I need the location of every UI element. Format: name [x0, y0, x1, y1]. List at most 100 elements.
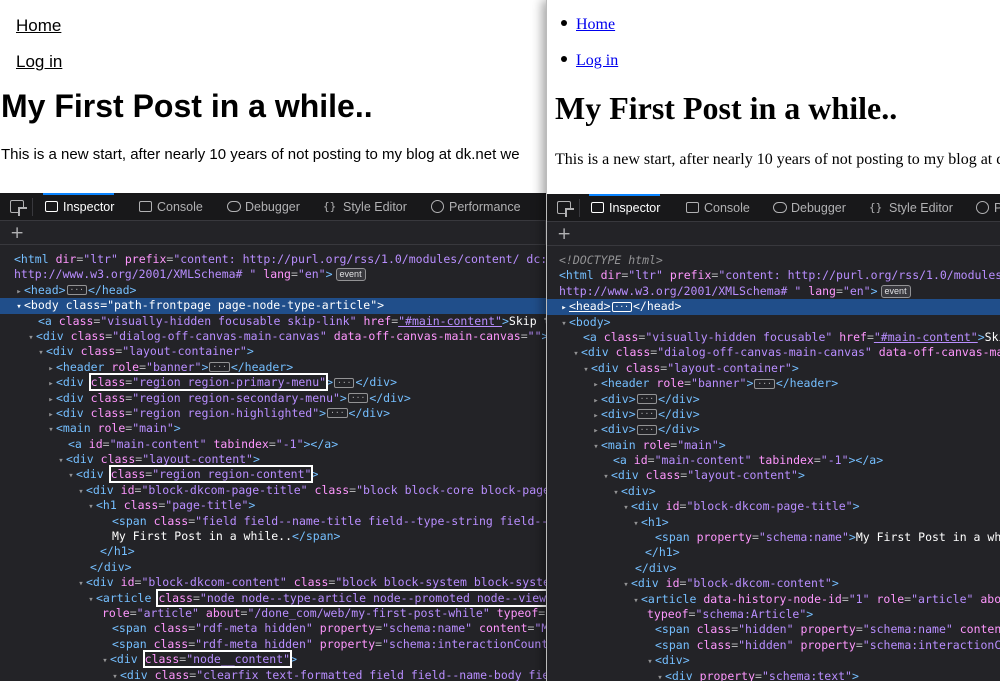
- markup-node-meta-count[interactable]: <span class="hidden" property="schema:in…: [547, 638, 1000, 653]
- markup-node-region-content[interactable]: ▾ <div class="region region-content">: [0, 465, 546, 484]
- devtools-tabbar: Inspector Console Debugger {} Style Edito…: [547, 194, 1000, 222]
- markup-node-skip-link[interactable]: <a class="visually-hidden focusable skip…: [0, 314, 546, 329]
- markup-node-highlighted[interactable]: ▸ <div class="region region-highlighted">…: [0, 406, 546, 421]
- tab-debugger[interactable]: Debugger: [771, 194, 846, 221]
- devtools-panel: Inspector Console Debugger {} Style Edito…: [0, 193, 546, 681]
- markup-node-main[interactable]: ▾ <main role="main">: [547, 438, 1000, 453]
- post-body-text: This is a new start, after nearly 10 yea…: [555, 151, 1000, 168]
- performance-icon: [431, 200, 444, 213]
- markup-node-primary-menu[interactable]: ▸ <div class="region region-primary-menu"…: [0, 373, 546, 392]
- debugger-icon: [773, 202, 787, 213]
- nav-home-link[interactable]: Home: [576, 16, 615, 33]
- tab-label: Debugger: [245, 200, 300, 214]
- tab-console[interactable]: Console: [137, 193, 203, 220]
- markup-node-body-field[interactable]: ▾ <div class="clearfix text-formatted fie…: [0, 668, 546, 681]
- markup-node-canvas-div[interactable]: ▾ <div class="dialog-off-canvas-main-canv…: [0, 329, 546, 344]
- markup-tree: <!DOCTYPE html> <html dir="ltr" prefix="…: [547, 246, 1000, 681]
- markup-node-layout-container[interactable]: ▾ <div class="layout-container">: [0, 344, 546, 359]
- markup-node-page-title-block[interactable]: ▾ <div id="block-dkcom-page-title">: [547, 499, 1000, 514]
- tab-label: Console: [157, 200, 203, 214]
- markup-node-meta-name[interactable]: <span class="hidden" property="schema:na…: [547, 622, 1000, 637]
- markup-node-html[interactable]: <html dir="ltr" prefix="content: http://…: [0, 252, 546, 267]
- devtools-panel: Inspector Console Debugger {} Style Edito…: [547, 194, 1000, 681]
- post-body-text: This is a new start, after nearly 10 yea…: [1, 146, 520, 163]
- tab-style-editor[interactable]: {} Style Editor: [323, 193, 407, 220]
- tab-performance[interactable]: Performance: [429, 193, 521, 220]
- markup-node-main-anchor[interactable]: <a id="main-content" tabindex="-1"></a>: [547, 453, 1000, 468]
- bullet-icon: [561, 20, 567, 27]
- plus-icon[interactable]: +: [10, 223, 24, 243]
- markup-node-meta-count[interactable]: <span class="rdf-meta hidden" property="…: [0, 637, 546, 652]
- nav-list-item-login: Log in: [561, 52, 618, 70]
- markup-node-content-block[interactable]: ▾ <div id="block-dkcom-content" class="bl…: [0, 575, 546, 590]
- nav-login-link[interactable]: Log in: [576, 52, 618, 69]
- markup-node-secondary-menu[interactable]: ▸ <div class="region region-secondary-men…: [0, 391, 546, 406]
- tab-label: Style Editor: [343, 200, 407, 214]
- markup-node-skip-link[interactable]: <a class="visually-hidden focusable" hre…: [547, 330, 1000, 345]
- inspector-toolbar: +: [0, 221, 546, 245]
- element-picker-icon[interactable]: [557, 201, 571, 214]
- debugger-icon: [227, 201, 241, 212]
- event-badge[interactable]: event: [880, 284, 911, 298]
- markup-node-layout-container[interactable]: ▾ <div class="layout-container">: [547, 361, 1000, 376]
- event-badge[interactable]: event: [335, 268, 366, 282]
- tab-inspector[interactable]: Inspector: [43, 193, 115, 220]
- tab-debugger[interactable]: Debugger: [225, 193, 300, 220]
- markup-node-title-span[interactable]: <span class="field field--name-title fie…: [0, 514, 546, 529]
- markup-node-article[interactable]: ▾ <article data-history-node-id="1" role=…: [547, 592, 1000, 607]
- element-picker-icon[interactable]: [10, 200, 24, 213]
- plus-icon[interactable]: +: [557, 224, 571, 244]
- markup-node-h1-close: </h1>: [100, 544, 135, 559]
- markup-node-article[interactable]: ▾ <article class="node node--type-article…: [0, 588, 546, 607]
- markup-node-page-title-block[interactable]: ▾ <div id="block-dkcom-page-title" class=…: [0, 483, 546, 498]
- markup-node-head-selected[interactable]: ▸ <head> ··· </head>: [547, 299, 1000, 315]
- left-browser-window: Home Log in My First Post in a while.. T…: [0, 0, 546, 681]
- markup-node-div-collapsed[interactable]: ▸ <div> ··· </div>: [547, 392, 1000, 407]
- nav-home-link[interactable]: Home: [16, 16, 61, 36]
- tab-style-editor[interactable]: {} Style Editor: [869, 194, 953, 221]
- markup-node-h1[interactable]: ▾ <h1 class="page-title">: [0, 498, 546, 513]
- tab-separator: [579, 199, 580, 217]
- markup-node-html[interactable]: <html dir="ltr" prefix="content: http://…: [547, 268, 1000, 283]
- markup-node-h1-close: </h1>: [645, 545, 680, 560]
- markup-tree: <html dir="ltr" prefix="content: http://…: [0, 245, 546, 681]
- inspector-toolbar: +: [547, 222, 1000, 246]
- tab-label: P: [994, 201, 1000, 215]
- markup-node-layout-content[interactable]: ▾ <div class="layout-content">: [547, 468, 1000, 483]
- nav-list-item-home: Home: [561, 16, 615, 34]
- markup-node-canvas-div[interactable]: ▾ <div class="dialog-off-canvas-main-canv…: [547, 345, 1000, 360]
- tab-performance[interactable]: P: [974, 194, 1000, 221]
- markup-node-body-selected[interactable]: ▾ <body class="path-frontpage page-node-t…: [0, 298, 546, 314]
- markup-node-div-close: </div>: [635, 560, 677, 575]
- tab-console[interactable]: Console: [684, 194, 750, 221]
- markup-node-content-block[interactable]: ▾ <div id="block-dkcom-content">: [547, 576, 1000, 591]
- markup-node-layout-content[interactable]: ▾ <div class="layout-content">: [0, 452, 546, 467]
- right-page-viewport: Home Log in My First Post in a while.. T…: [547, 0, 1000, 194]
- markup-node-doctype: <!DOCTYPE html>: [559, 253, 663, 267]
- markup-node-head[interactable]: ▸ <head> ··· </head>: [0, 283, 546, 298]
- tab-label: Inspector: [63, 200, 115, 214]
- tab-label: Debugger: [791, 201, 846, 215]
- inspector-icon: [591, 202, 604, 213]
- markup-node-title-span[interactable]: <span property="schema:name">My First Po…: [547, 530, 1000, 545]
- markup-node-div[interactable]: ▾ <div>: [547, 484, 1000, 499]
- tab-inspector[interactable]: Inspector: [589, 194, 661, 221]
- nav-login-link[interactable]: Log in: [16, 52, 62, 72]
- markup-node-header[interactable]: ▸ <header role="banner"> ··· </header>: [0, 360, 546, 375]
- markup-node-node-content[interactable]: ▾ <div class="node__content">: [0, 650, 546, 669]
- markup-node-body[interactable]: ▾ <body>: [547, 315, 1000, 330]
- markup-node-main[interactable]: ▾ <main role="main">: [0, 421, 546, 436]
- markup-node-main-anchor[interactable]: <a id="main-content" tabindex="-1"></a>: [0, 437, 546, 452]
- markup-node-h1[interactable]: ▾ <h1>: [547, 515, 1000, 530]
- markup-node-header[interactable]: ▸ <header role="banner"> ··· </header>: [547, 376, 1000, 391]
- devtools-tabbar: Inspector Console Debugger {} Style Edito…: [0, 193, 546, 221]
- markup-node-meta-name[interactable]: <span class="rdf-meta hidden" property="…: [0, 621, 546, 636]
- markup-node-body-field[interactable]: ▾ <div property="schema:text">: [547, 669, 1000, 681]
- markup-node-div-collapsed[interactable]: ▸ <div> ··· </div>: [547, 407, 1000, 422]
- tab-label: Style Editor: [889, 201, 953, 215]
- markup-node-article-cont: typeof="schema:Article">: [647, 606, 814, 621]
- tab-separator: [32, 198, 33, 216]
- markup-node-div-collapsed[interactable]: ▸ <div> ··· </div>: [547, 422, 1000, 437]
- markup-node-html-cont: http://www.w3.org/2001/XMLSchema# " lang…: [0, 267, 546, 282]
- markup-node-div[interactable]: ▾ <div>: [547, 653, 1000, 668]
